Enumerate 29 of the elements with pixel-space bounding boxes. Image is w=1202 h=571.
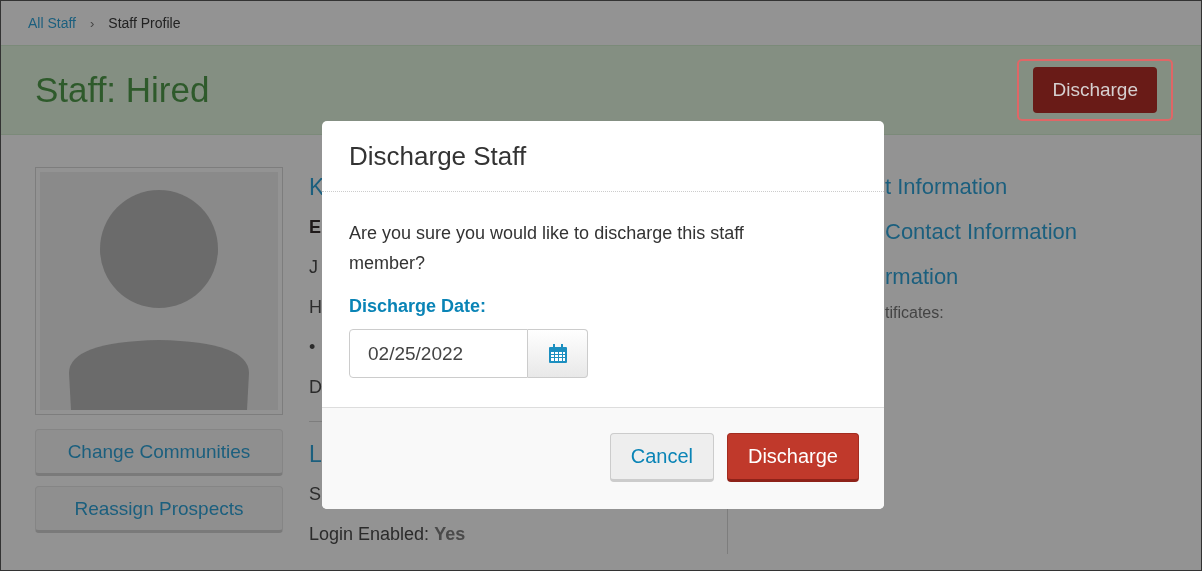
detail-text: J <box>309 256 318 279</box>
cancel-button[interactable]: Cancel <box>609 433 714 482</box>
calendar-button[interactable] <box>528 329 588 378</box>
page-title: Staff: Hired <box>35 70 210 110</box>
section-link[interactable]: rmation <box>885 257 1077 302</box>
field-label: tificates: <box>885 304 945 322</box>
confirm-button[interactable]: Discharge <box>726 433 859 482</box>
field-label: Login Enabled: <box>309 524 430 544</box>
discharge-button[interactable]: Discharge <box>1033 67 1157 113</box>
calendar-icon <box>547 343 568 364</box>
staff-name: E <box>309 216 321 239</box>
section-heading[interactable]: L <box>309 434 322 474</box>
section-link[interactable]: Contact Information <box>885 212 1077 257</box>
detail-text: S <box>309 483 321 506</box>
confirmation-message: Are you sure you would like to discharge this staff member? <box>349 222 745 275</box>
detail-text: H <box>309 296 322 319</box>
field-value: Yes <box>434 524 466 544</box>
avatar-placeholder-icon <box>40 172 278 410</box>
profile-action-button[interactable]: Change Communities <box>35 429 283 476</box>
chevron-icon: › <box>90 15 95 31</box>
field-label: Discharge Date: <box>349 296 488 317</box>
date-field[interactable]: 02/25/2022 <box>349 329 528 378</box>
dialog-title: Discharge Staff <box>349 140 527 172</box>
profile-action-button[interactable]: Reassign Prospects <box>35 486 283 533</box>
section-link[interactable]: t Information <box>885 167 1077 212</box>
breadcrumb-link[interactable]: All Staff <box>28 15 76 31</box>
detail-text: D <box>309 376 322 399</box>
breadcrumb-current: Staff Profile <box>108 15 181 31</box>
detail-text: • <box>309 336 316 359</box>
